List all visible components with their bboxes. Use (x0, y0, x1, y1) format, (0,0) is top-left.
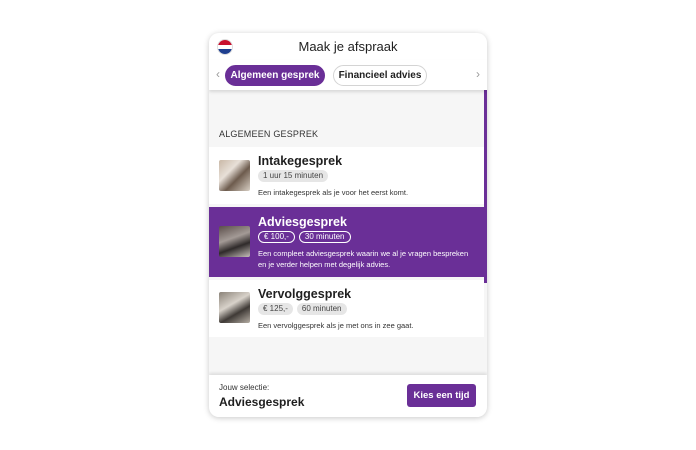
appointment-title: Vervolggesprek (258, 287, 352, 301)
booking-widget: Maak je afspraak ‹ Algemeen gesprek Fina… (209, 33, 487, 417)
appointment-badges: € 100,- 30 minuten (258, 231, 351, 243)
appointment-thumbnail (219, 160, 250, 191)
appointment-title: Intakegesprek (258, 154, 343, 168)
category-tabs: ‹ Algemeen gesprek Financieel advies › (209, 60, 487, 90)
duration-badge: 30 minuten (298, 231, 351, 243)
choose-time-button[interactable]: Kies een tijd (407, 384, 476, 407)
appointment-card-intakegesprek[interactable]: Intakegesprek 1 uur 15 minuten Een intak… (209, 147, 484, 204)
selection-value: Adviesgesprek (219, 395, 305, 409)
appointment-description: Een intakegesprek als je voor het eerst … (258, 188, 409, 197)
appointment-card-adviesgesprek[interactable]: Adviesgesprek € 100,- 30 minuten Een com… (209, 207, 484, 277)
chevron-right-icon[interactable]: › (476, 67, 480, 81)
tab-algemeen-gesprek[interactable]: Algemeen gesprek (225, 65, 325, 86)
selection-label: Jouw selectie: (219, 383, 270, 392)
header: Maak je afspraak (209, 33, 487, 60)
appointment-title: Adviesgesprek (258, 215, 347, 229)
appointment-thumbnail (219, 226, 250, 257)
price-badge: € 125,- (258, 303, 293, 315)
appointment-badges: 1 uur 15 minuten (258, 170, 329, 182)
page-title: Maak je afspraak (298, 39, 398, 54)
appointment-card-vervolggesprek[interactable]: Vervolggesprek € 125,- 60 minuten Een ve… (209, 280, 484, 337)
appointment-description: Een compleet adviesgesprek waarin we al … (258, 249, 469, 269)
appointment-thumbnail (219, 292, 250, 323)
chevron-left-icon[interactable]: ‹ (216, 67, 220, 81)
price-badge: € 100,- (258, 231, 295, 243)
selection-footer: Jouw selectie: Adviesgesprek Kies een ti… (209, 375, 487, 417)
tab-financieel-advies[interactable]: Financieel advies (333, 65, 427, 86)
scrollbar[interactable] (484, 90, 487, 283)
appointment-description: Een vervolggesprek als je met ons in zee… (258, 321, 414, 330)
duration-badge: 60 minuten (296, 303, 347, 315)
section-heading: ALGEMEEN GESPREK (219, 129, 319, 139)
appointment-badges: € 125,- 60 minuten (258, 303, 347, 315)
duration-badge: 1 uur 15 minuten (258, 170, 329, 182)
